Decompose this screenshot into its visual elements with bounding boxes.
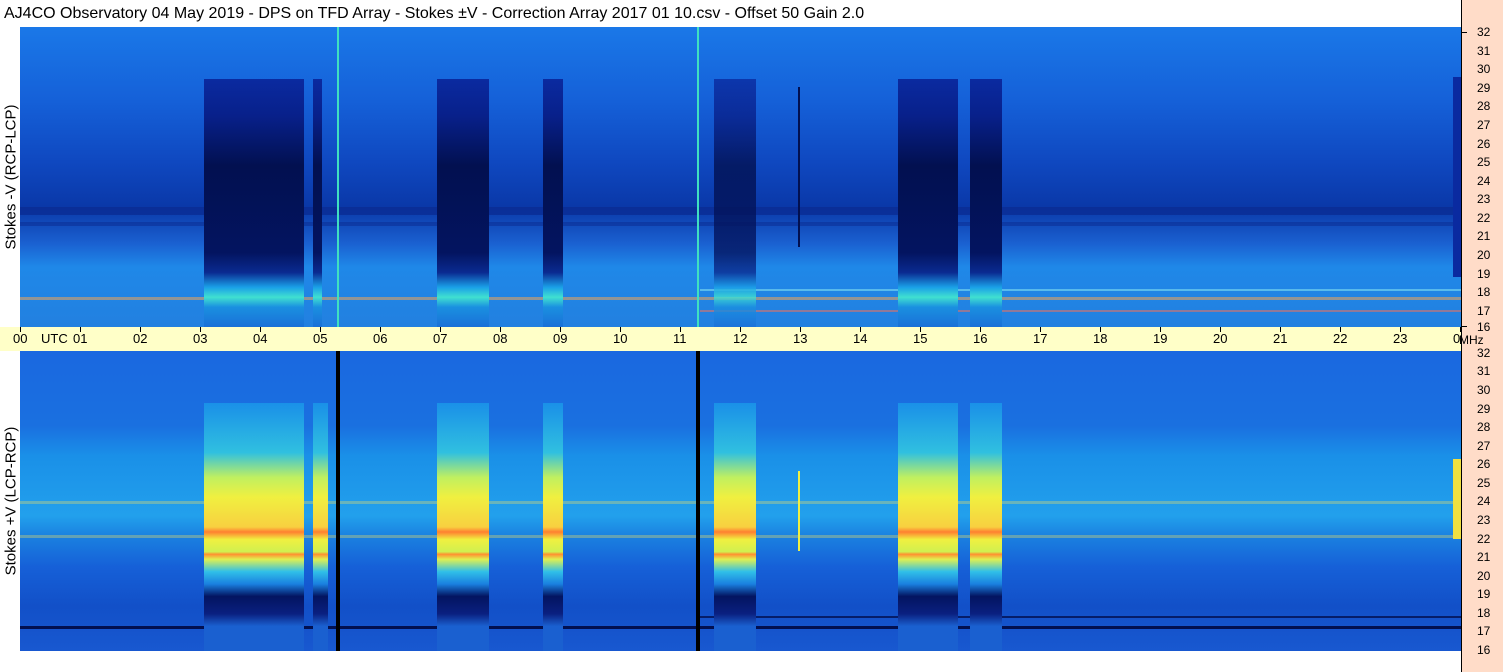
time-label: 01 bbox=[73, 331, 88, 346]
freq-label: 27 bbox=[1477, 439, 1491, 453]
frequency-axis: 32 31 30 29 28 27 26 25 24 23 22 21 20 1… bbox=[1459, 0, 1503, 672]
freq-label: 30 bbox=[1477, 62, 1491, 76]
freq-label: 23 bbox=[1477, 192, 1491, 206]
freq-label: 16 bbox=[1477, 643, 1491, 657]
time-label: 09 bbox=[553, 331, 568, 346]
window-title: AJ4CO Observatory 04 May 2019 - DPS on T… bbox=[4, 5, 865, 22]
time-label: 02 bbox=[133, 331, 148, 346]
time-label: 11 bbox=[673, 331, 687, 346]
freq-label: 26 bbox=[1477, 457, 1491, 471]
time-label: 06 bbox=[373, 331, 388, 346]
freq-label: 21 bbox=[1477, 229, 1491, 243]
freq-label: 18 bbox=[1477, 606, 1491, 620]
freq-label: 27 bbox=[1477, 118, 1491, 132]
time-label: 04 bbox=[253, 331, 268, 346]
time-label: 10 bbox=[613, 331, 628, 346]
freq-label: 24 bbox=[1477, 494, 1491, 508]
freq-label: 23 bbox=[1477, 513, 1491, 527]
freq-label: 29 bbox=[1477, 402, 1491, 416]
freq-label: 29 bbox=[1477, 81, 1491, 95]
time-label: 17 bbox=[1033, 331, 1048, 346]
time-label: 14 bbox=[853, 331, 868, 346]
freq-label: 25 bbox=[1477, 476, 1491, 490]
time-label: 19 bbox=[1153, 331, 1168, 346]
freq-label: 19 bbox=[1477, 267, 1491, 281]
time-label: 16 bbox=[973, 331, 988, 346]
time-label: 07 bbox=[433, 331, 448, 346]
freq-label: 32 bbox=[1477, 346, 1491, 360]
bottom-panel-label: Stokes +V (LCP-RCP) bbox=[2, 426, 20, 576]
freq-label: 31 bbox=[1477, 44, 1491, 58]
freq-label: 28 bbox=[1477, 420, 1491, 434]
freq-label: 17 bbox=[1477, 304, 1491, 318]
bottom-spectrogram bbox=[20, 351, 1461, 651]
time-label: 05 bbox=[313, 331, 328, 346]
axis-divider bbox=[1461, 0, 1462, 672]
freq-label: 22 bbox=[1477, 532, 1491, 546]
freq-label: 26 bbox=[1477, 137, 1491, 151]
freq-label: 18 bbox=[1477, 285, 1491, 299]
time-axis: 00 UTC 01 02 03 04 05 06 07 08 09 10 11 … bbox=[0, 327, 1467, 351]
time-label: 13 bbox=[793, 331, 808, 346]
time-label: 22 bbox=[1333, 331, 1348, 346]
freq-label: 17 bbox=[1477, 624, 1491, 638]
freq-label: 16 bbox=[1477, 320, 1491, 334]
top-spectrogram bbox=[20, 27, 1461, 327]
freq-label: 22 bbox=[1477, 211, 1491, 225]
time-label: 08 bbox=[493, 331, 508, 346]
top-panel-label: Stokes -V (RCP-LCP) bbox=[2, 104, 20, 250]
freq-label: 20 bbox=[1477, 248, 1491, 262]
top-spectrogram-image bbox=[20, 27, 1461, 327]
time-label: 12 bbox=[733, 331, 748, 346]
freq-label: 21 bbox=[1477, 550, 1491, 564]
time-label-utc: UTC bbox=[41, 331, 68, 346]
time-label: 15 bbox=[913, 331, 928, 346]
freq-label: 24 bbox=[1477, 174, 1491, 188]
freq-label: 20 bbox=[1477, 569, 1491, 583]
time-label: 03 bbox=[193, 331, 208, 346]
freq-label: 32 bbox=[1477, 25, 1491, 39]
freq-label: 30 bbox=[1477, 383, 1491, 397]
time-label: 21 bbox=[1273, 331, 1288, 346]
time-label: 18 bbox=[1093, 331, 1108, 346]
time-label: 00 bbox=[13, 331, 28, 346]
time-label: 20 bbox=[1213, 331, 1228, 346]
freq-label: 19 bbox=[1477, 587, 1491, 601]
bottom-spectrogram-image bbox=[20, 351, 1461, 651]
freq-label: 31 bbox=[1477, 364, 1491, 378]
time-label: 23 bbox=[1393, 331, 1408, 346]
freq-label: 28 bbox=[1477, 99, 1491, 113]
freq-label: 25 bbox=[1477, 155, 1491, 169]
mhz-unit: MHz bbox=[1459, 333, 1484, 347]
